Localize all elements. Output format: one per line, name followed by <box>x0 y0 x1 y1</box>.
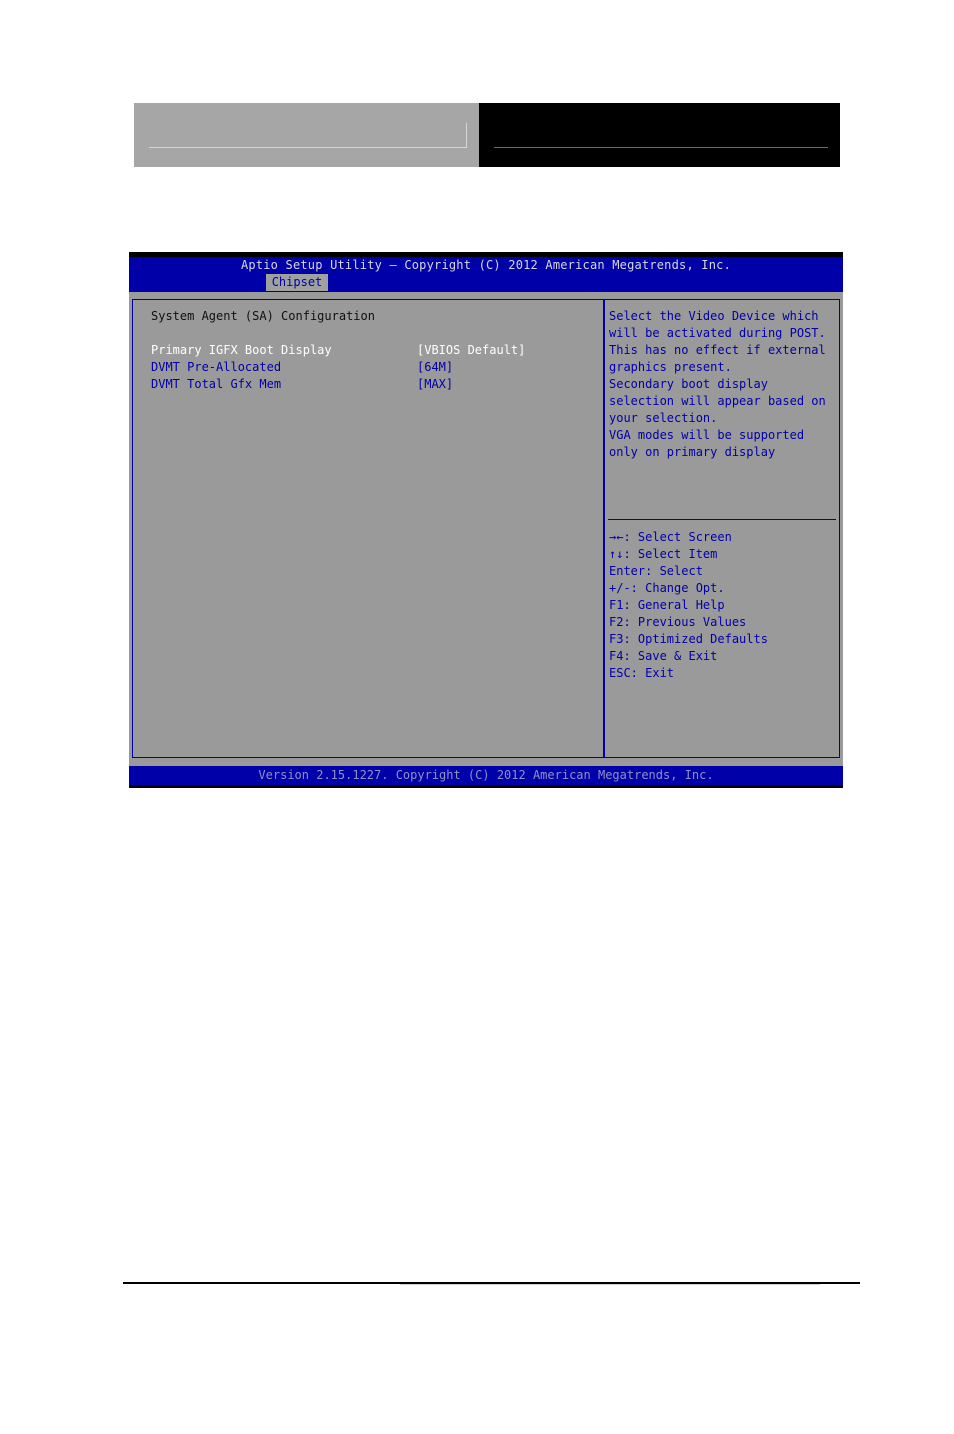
key-help-f4: F4: Save & Exit <box>609 649 718 663</box>
page-footer-rule-shadow <box>400 1284 820 1285</box>
section-title: System Agent (SA) Configuration <box>151 309 375 323</box>
help-line: selection will appear based on <box>609 394 826 408</box>
help-line: This has no effect if external <box>609 343 826 357</box>
help-divider <box>608 519 836 520</box>
header-divider-vertical <box>466 123 467 148</box>
page-header-left-band <box>134 103 479 167</box>
setting-label: Primary IGFX Boot Display <box>151 343 332 357</box>
help-line: Select the Video Device which <box>609 309 819 323</box>
setting-label: DVMT Pre-Allocated <box>151 360 282 374</box>
header-divider <box>149 147 467 148</box>
help-line: will be activated during POST. <box>609 326 826 340</box>
setting-label: DVMT Total Gfx Mem <box>151 377 282 391</box>
key-help-f2: F2: Previous Values <box>609 615 747 629</box>
bios-title: Aptio Setup Utility – Copyright (C) 2012… <box>240 258 732 272</box>
bios-footer: Version 2.15.1227. Copyright (C) 2012 Am… <box>129 766 843 785</box>
bios-setup-screen: Aptio Setup Utility – Copyright (C) 2012… <box>129 252 843 788</box>
setting-value[interactable]: [VBIOS Default] <box>417 342 525 359</box>
settings-pane: System Agent (SA) Configuration Primary … <box>132 299 604 758</box>
help-pane: Select the Video Device which will be ac… <box>603 299 840 758</box>
setting-value[interactable]: [MAX] <box>417 376 453 393</box>
key-help-esc: ESC: Exit <box>609 666 675 680</box>
help-line: Secondary boot display <box>609 377 768 391</box>
help-line: your selection. <box>609 411 718 425</box>
page-header-right-band <box>479 103 840 167</box>
key-help-f3: F3: Optimized Defaults <box>609 632 768 646</box>
help-line: graphics present. <box>609 360 732 374</box>
key-help-enter: Enter: Select <box>609 564 703 578</box>
bios-body: System Agent (SA) Configuration Primary … <box>129 292 843 766</box>
setting-value[interactable]: [64M] <box>417 359 453 376</box>
key-help-change-opt: +/-: Change Opt. <box>609 581 725 595</box>
help-line: only on primary display <box>609 445 776 459</box>
key-help-f1: F1: General Help <box>609 598 725 612</box>
key-help-select-screen: →←: Select Screen <box>609 530 732 544</box>
header-divider <box>494 147 828 148</box>
help-line: VGA modes will be supported <box>609 428 805 442</box>
key-help-select-item: ↑↓: Select Item <box>609 547 718 561</box>
tab-chipset[interactable]: Chipset <box>266 274 328 291</box>
